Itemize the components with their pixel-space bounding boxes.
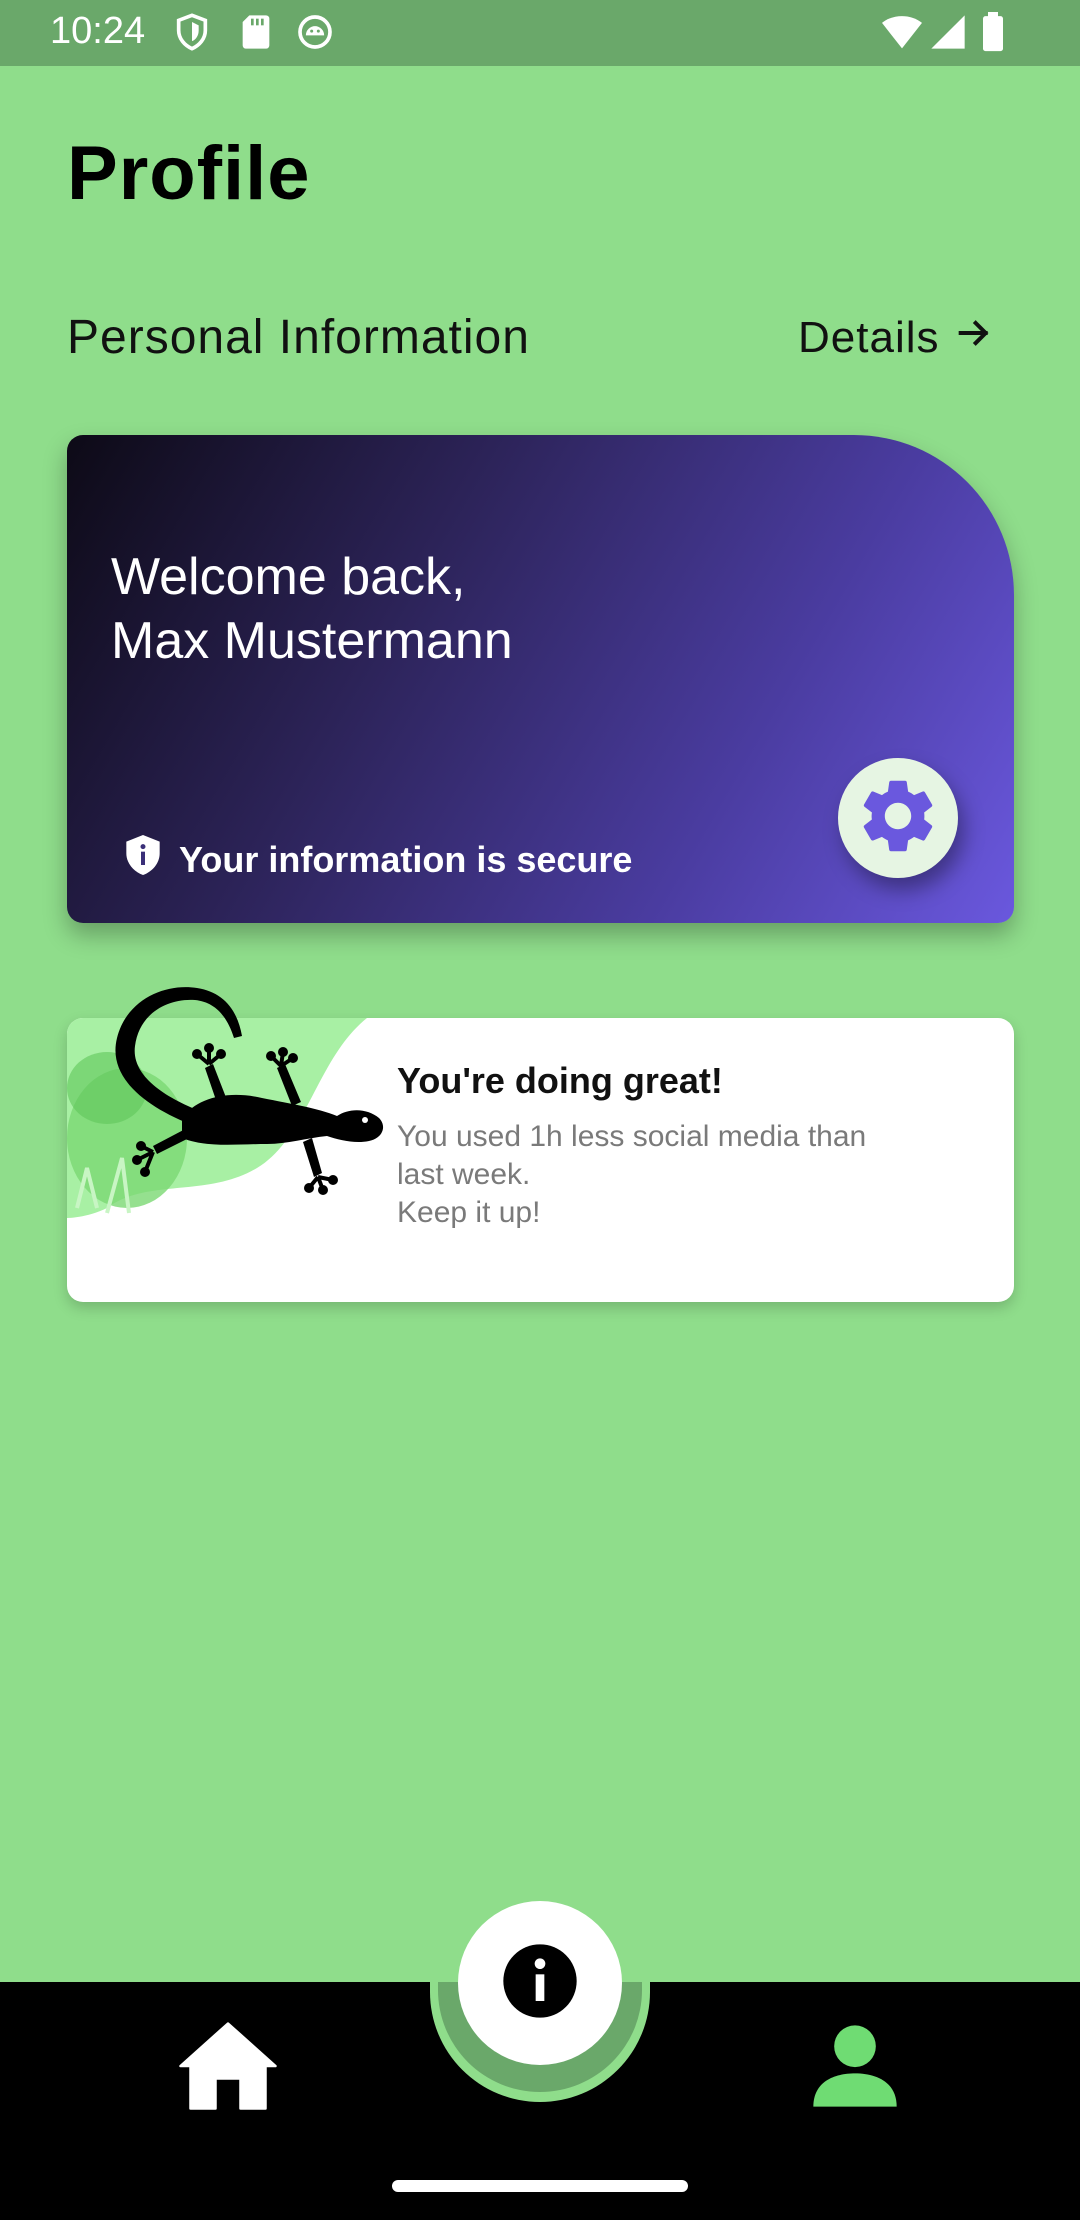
sd-card-icon bbox=[236, 12, 276, 52]
home-indicator[interactable] bbox=[392, 2180, 688, 2192]
wifi-icon bbox=[880, 12, 922, 52]
motivation-line: last week. bbox=[397, 1158, 531, 1191]
secure-text: Your information is secure bbox=[179, 838, 633, 880]
motivation-message: You used 1h less social media than last … bbox=[397, 1118, 957, 1232]
shield-info-icon bbox=[123, 833, 163, 886]
user-name: Max Mustermann bbox=[111, 612, 513, 670]
page-title: Profile bbox=[67, 131, 311, 216]
android-debug-icon bbox=[295, 12, 335, 52]
gecko-icon bbox=[87, 958, 407, 1238]
welcome-card[interactable]: Welcome back, Max Mustermann Your inform… bbox=[67, 435, 1014, 923]
motivation-line: Keep it up! bbox=[397, 1196, 541, 1229]
info-icon bbox=[500, 1941, 580, 2026]
motivation-card[interactable]: You're doing great! You used 1h less soc… bbox=[67, 987, 1014, 1302]
motivation-line: You used 1h less social media than bbox=[397, 1120, 867, 1153]
secure-status: Your information is secure bbox=[123, 833, 632, 886]
battery-icon bbox=[980, 12, 1020, 52]
gear-icon bbox=[854, 772, 942, 865]
signal-icon bbox=[928, 12, 968, 52]
person-icon bbox=[805, 2015, 905, 2120]
details-link[interactable]: Details bbox=[798, 310, 994, 366]
welcome-greeting: Welcome back, Max Mustermann bbox=[111, 545, 513, 673]
details-link-label: Details bbox=[798, 313, 940, 362]
settings-button[interactable] bbox=[838, 758, 958, 878]
nav-profile-button[interactable] bbox=[795, 2012, 915, 2122]
motivation-heading: You're doing great! bbox=[397, 1060, 723, 1101]
shield-icon bbox=[172, 12, 212, 52]
home-icon bbox=[173, 2016, 283, 2121]
arrow-right-icon bbox=[954, 313, 994, 364]
info-button[interactable] bbox=[458, 1901, 622, 2065]
status-time: 10:24 bbox=[50, 10, 146, 52]
section-title-personal-information: Personal Information bbox=[67, 311, 530, 364]
welcome-line: Welcome back, bbox=[111, 548, 466, 606]
status-bar: 10:24 bbox=[0, 0, 1080, 66]
nav-home-button[interactable] bbox=[168, 2018, 288, 2118]
